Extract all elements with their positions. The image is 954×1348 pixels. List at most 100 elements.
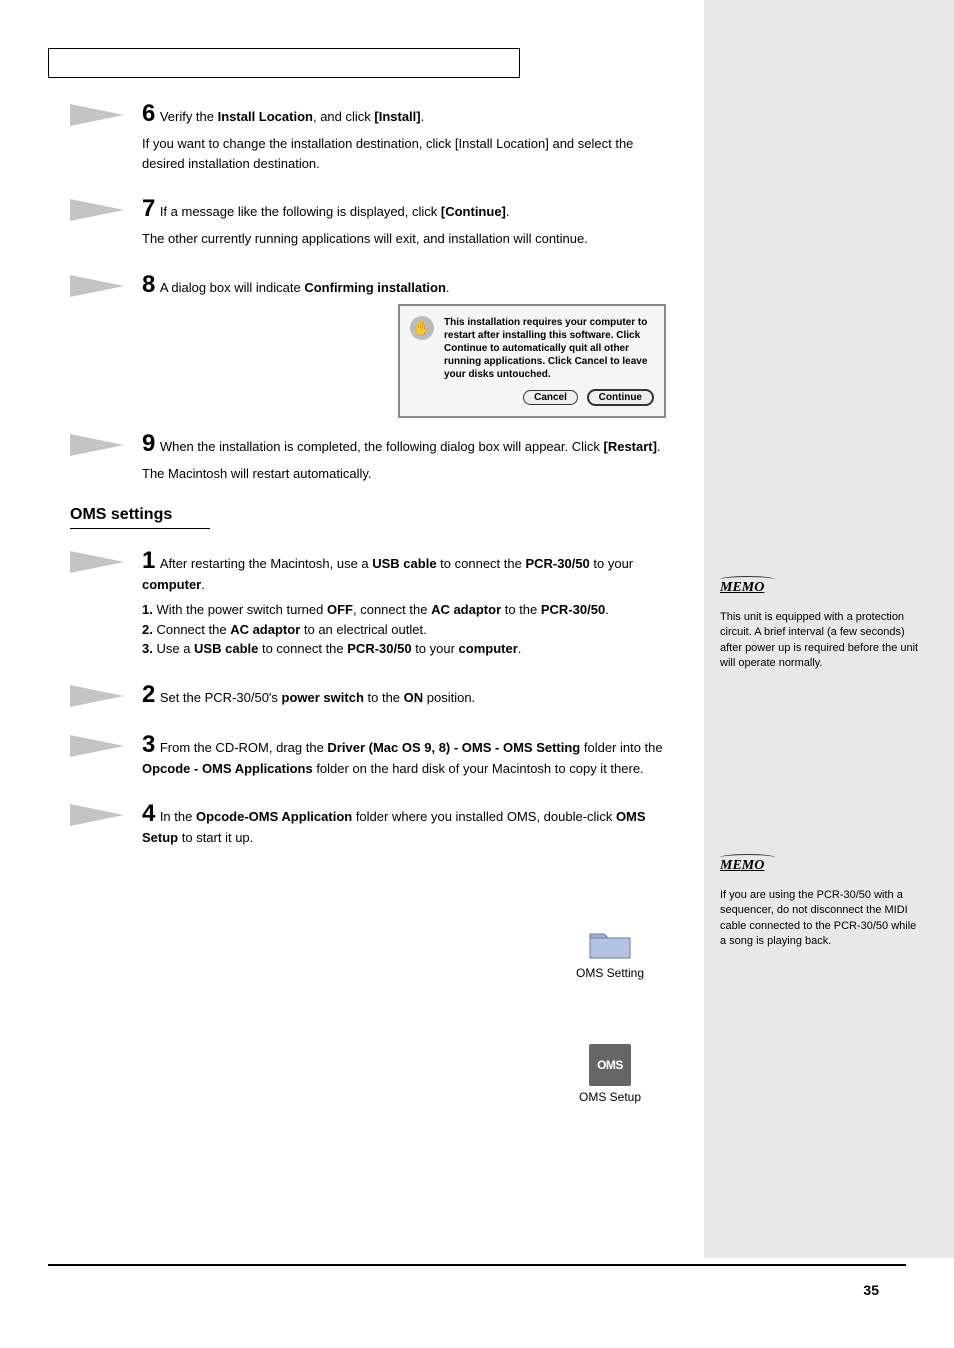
folder-icon <box>586 924 634 962</box>
text: . <box>657 439 661 454</box>
text-bold: USB cable <box>194 641 258 656</box>
text-bold: ON <box>404 690 424 705</box>
text-bold: AC adaptor <box>431 602 501 617</box>
step-description: If you want to change the installation d… <box>142 134 670 173</box>
oms-app-icon: OMS <box>589 1044 631 1086</box>
step-arrow-icon <box>70 197 124 223</box>
text: A dialog box will indicate <box>160 280 305 295</box>
text: In the <box>160 809 196 824</box>
memo-icon: MEMO <box>720 580 775 604</box>
text-bold: PCR-30/50 <box>525 556 589 571</box>
step-arrow-icon <box>70 273 124 299</box>
memo-label: MEMO <box>720 580 764 595</box>
step-9: 9 When the installation is completed, th… <box>70 430 670 484</box>
step-arrow-icon <box>70 102 124 128</box>
section-heading-oms-settings: OMS settings <box>70 506 210 529</box>
folder-label: OMS Setting <box>560 966 660 980</box>
step-6: 6 Verify the Install Location, and click… <box>70 100 670 173</box>
text-bold: PCR-30/50 <box>347 641 411 656</box>
text: to an electrical outlet. <box>300 622 426 637</box>
step-oms-2: 2 Set the PCR-30/50's power switch to th… <box>70 681 670 709</box>
text: to your <box>590 556 633 571</box>
text-bold: computer <box>459 641 518 656</box>
text: . <box>201 577 205 592</box>
continue-button[interactable]: Continue <box>587 389 654 406</box>
text: to the <box>501 602 541 617</box>
text: . <box>506 204 510 219</box>
step-arrow-icon <box>70 802 124 828</box>
oms-setup-label: OMS Setup <box>560 1090 660 1104</box>
text: to connect the <box>258 641 347 656</box>
step-number: 9 <box>142 430 155 457</box>
text: If a message like the following is displ… <box>160 204 441 219</box>
step-number: 6 <box>142 100 155 127</box>
text: to start it up. <box>178 830 253 845</box>
text-bold: Driver (Mac OS 9, 8) - OMS - OMS Setting <box>327 740 580 755</box>
text-bold: computer <box>142 577 201 592</box>
step-oms-1: 1 After restarting the Macintosh, use a … <box>70 547 670 659</box>
footer-rule <box>48 1264 906 1266</box>
step-oms-3: 3 From the CD-ROM, drag the Driver (Mac … <box>70 731 670 779</box>
memo-note-1: This unit is equipped with a protection … <box>720 610 920 672</box>
cancel-button[interactable]: Cancel <box>523 390 578 405</box>
text-bold: Opcode - OMS Applications <box>142 761 313 776</box>
text-bold: power switch <box>282 690 364 705</box>
step-8: 8 A dialog box will indicate Confirming … <box>70 271 670 299</box>
step-arrow-icon <box>70 549 124 575</box>
text: folder on the hard disk of your Macintos… <box>313 761 644 776</box>
text: When the installation is completed, the … <box>160 439 604 454</box>
text: . <box>421 109 425 124</box>
text: to connect the <box>437 556 526 571</box>
step-description: The other currently running applications… <box>142 229 670 249</box>
step-arrow-icon <box>70 432 124 458</box>
text-bold: AC adaptor <box>230 622 300 637</box>
text: . <box>518 641 522 656</box>
stop-hand-icon: ✋ <box>410 316 434 340</box>
step-number: 3 <box>142 731 155 758</box>
oms-setting-folder: OMS Setting <box>560 924 660 980</box>
text-bold: OFF <box>327 602 353 617</box>
step-number: 7 <box>142 195 155 222</box>
page-number: 35 <box>863 1282 879 1298</box>
text: position. <box>423 690 475 705</box>
text: From the CD-ROM, drag the <box>160 740 328 755</box>
text-bold: [Restart] <box>604 439 657 454</box>
text: With the power switch turned <box>156 602 327 617</box>
text-bold: Install Location <box>218 109 313 124</box>
step-number: 1 <box>142 547 155 574</box>
header-placeholder-box <box>48 48 520 78</box>
text: . <box>446 280 450 295</box>
memo-note-2: If you are using the PCR-30/50 with a se… <box>720 888 920 950</box>
step-description: The Macintosh will restart automatically… <box>142 464 670 484</box>
step-oms-4: 4 In the Opcode-OMS Application folder w… <box>70 800 670 848</box>
text: After restarting the Macintosh, use a <box>160 556 372 571</box>
step-arrow-icon <box>70 733 124 759</box>
text-bold: Opcode-OMS Application <box>196 809 352 824</box>
text: folder where you installed OMS, double-c… <box>352 809 616 824</box>
text: , and click <box>313 109 374 124</box>
text-bold: [Continue] <box>441 204 506 219</box>
text: Verify the <box>160 109 218 124</box>
install-dialog-screenshot: ✋ This installation requires your comput… <box>398 304 666 418</box>
text: to your <box>412 641 459 656</box>
text: to the <box>364 690 404 705</box>
step-description: 1. With the power switch turned OFF, con… <box>142 600 670 659</box>
text: . <box>605 602 609 617</box>
step-number: 8 <box>142 271 155 298</box>
text: folder into the <box>580 740 662 755</box>
text: Connect the <box>156 622 230 637</box>
memo-icon: MEMO <box>720 858 775 882</box>
step-arrow-icon <box>70 683 124 709</box>
text: , connect the <box>353 602 431 617</box>
text-bold: PCR-30/50 <box>541 602 605 617</box>
step-number: 2 <box>142 681 155 708</box>
text-bold: [Install] <box>374 109 420 124</box>
step-number: 4 <box>142 800 155 827</box>
text: Use a <box>156 641 194 656</box>
oms-setup-app: OMS OMS Setup <box>560 1044 660 1104</box>
memo-label: MEMO <box>720 858 764 873</box>
text-bold: USB cable <box>372 556 436 571</box>
main-column: 6 Verify the Install Location, and click… <box>70 100 670 321</box>
dialog-message: This installation requires your computer… <box>444 316 654 381</box>
text: Set the PCR-30/50's <box>160 690 282 705</box>
